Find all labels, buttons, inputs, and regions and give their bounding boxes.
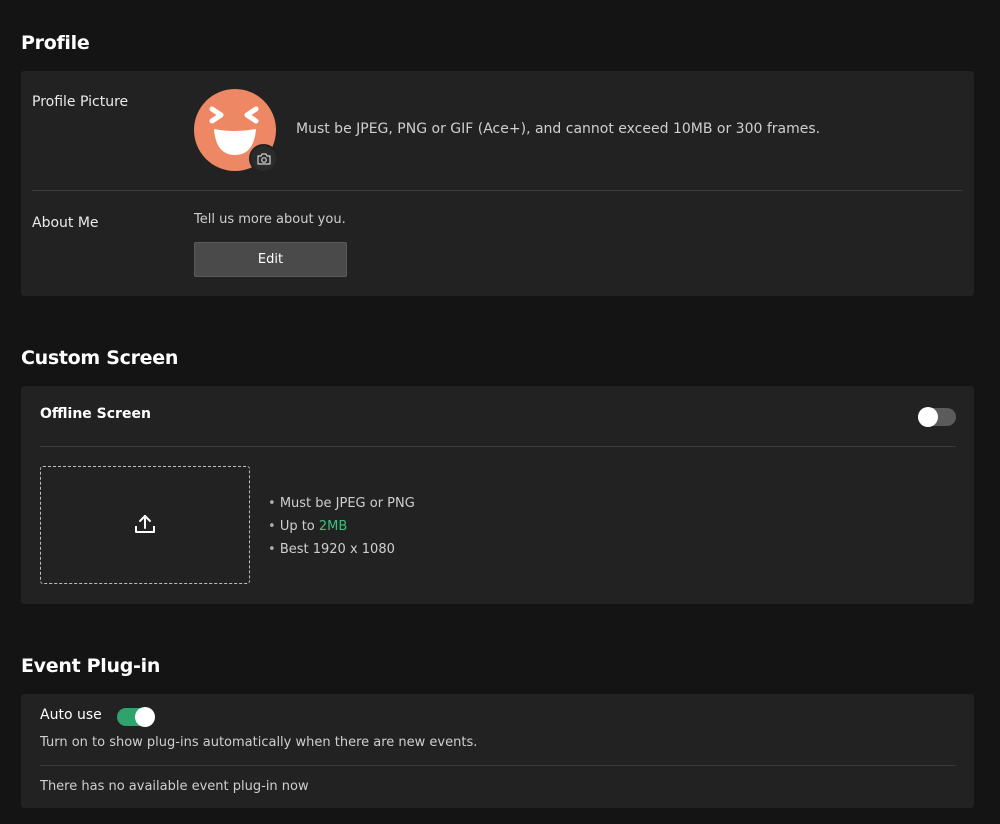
event-plugin-section-title: Event Plug-in <box>21 655 161 677</box>
offline-screen-label: Offline Screen <box>40 406 151 422</box>
auto-use-toggle[interactable] <box>117 707 155 727</box>
resolution-requirement: Best 1920 x 1080 <box>279 542 395 557</box>
no-plugin-message: There has no available event plug-in now <box>40 779 309 794</box>
format-requirement: Must be JPEG or PNG <box>279 496 415 511</box>
divider <box>32 190 963 191</box>
size-requirement-value: 2MB <box>318 519 348 534</box>
size-requirement-prefix: Up to <box>279 519 319 534</box>
list-item: Best 1920 x 1080 <box>268 538 415 561</box>
toggle-knob <box>918 407 938 427</box>
edit-about-button[interactable]: Edit <box>194 242 347 277</box>
upload-icon <box>134 512 156 538</box>
custom-screen-card: Offline Screen Must be JPEG or PNG Up to… <box>21 386 974 604</box>
custom-screen-section-title: Custom Screen <box>21 347 179 369</box>
profile-card: Profile Picture Must be JPEG, PNG or GIF… <box>21 71 974 296</box>
divider <box>40 446 956 447</box>
auto-use-description: Turn on to show plug-ins automatically w… <box>40 735 478 750</box>
list-item: Up to 2MB <box>268 515 415 538</box>
camera-icon[interactable] <box>249 144 278 173</box>
profile-section-title: Profile <box>21 32 90 54</box>
offline-screen-requirements: Must be JPEG or PNG Up to 2MB Best 1920 … <box>268 492 415 561</box>
toggle-knob <box>135 707 155 727</box>
auto-use-label: Auto use <box>40 707 102 723</box>
about-me-label: About Me <box>32 215 99 231</box>
profile-picture-label: Profile Picture <box>32 94 129 110</box>
list-item: Must be JPEG or PNG <box>268 492 415 515</box>
event-plugin-card: Auto use Turn on to show plug-ins automa… <box>21 694 974 808</box>
divider <box>40 765 956 766</box>
avatar[interactable] <box>194 89 278 173</box>
offline-screen-toggle[interactable] <box>918 407 956 427</box>
profile-picture-requirements: Must be JPEG, PNG or GIF (Ace+), and can… <box>296 121 821 137</box>
offline-screen-upload-area[interactable] <box>40 466 250 584</box>
about-me-hint: Tell us more about you. <box>194 212 346 227</box>
